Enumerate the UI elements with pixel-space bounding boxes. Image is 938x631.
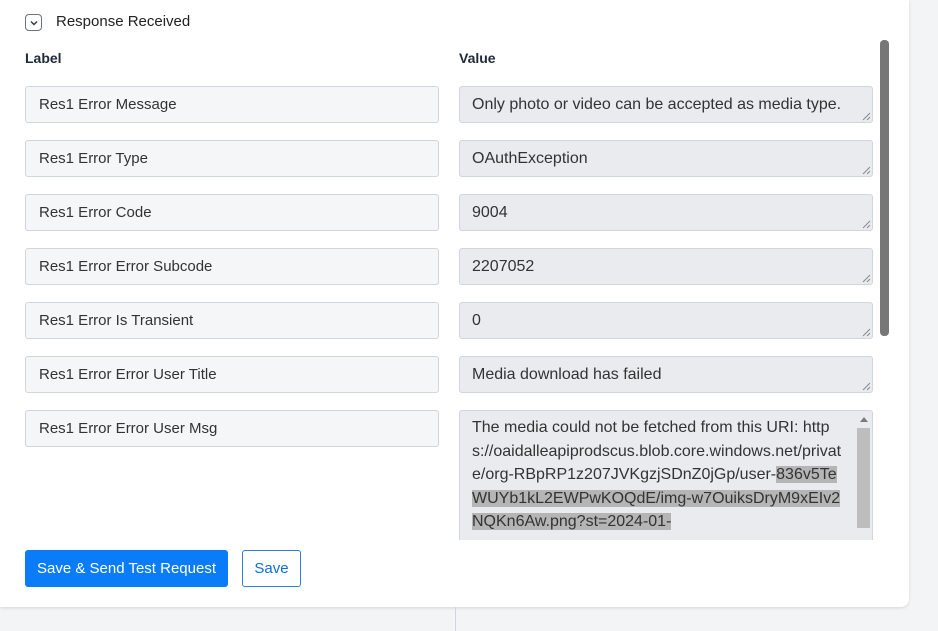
value-field[interactable]: 9004: [459, 194, 873, 231]
label-field[interactable]: Res1 Error Message: [25, 86, 439, 123]
label-field[interactable]: Res1 Error Error Subcode: [25, 248, 439, 285]
scroll-up-arrow-icon[interactable]: [860, 417, 868, 422]
label-field[interactable]: Res1 Error Code: [25, 194, 439, 231]
response-card: Response Received Label Value Res1 Error…: [0, 0, 909, 607]
value-field[interactable]: OAuthException: [459, 140, 873, 177]
value-text: Only photo or video can be accepted as m…: [472, 96, 842, 113]
field-row: Res1 Error Code 9004: [0, 194, 893, 231]
resize-grip-icon[interactable]: [861, 219, 871, 229]
fields-scroll-area[interactable]: Res1 Error Message Only photo or video c…: [0, 40, 893, 540]
label-field[interactable]: Res1 Error Is Transient: [25, 302, 439, 339]
resize-grip-icon[interactable]: [861, 165, 871, 175]
section-title: Response Received: [56, 13, 191, 30]
panel-scrollbar-thumb[interactable]: [880, 40, 889, 336]
label-field[interactable]: Res1 Error Error User Msg: [25, 410, 439, 447]
field-row: Res1 Error Error User Msg The media coul…: [0, 410, 893, 540]
value-field[interactable]: 0: [459, 302, 873, 339]
save-button[interactable]: Save: [242, 550, 301, 587]
collapse-toggle[interactable]: [25, 14, 42, 31]
resize-grip-icon[interactable]: [861, 111, 871, 121]
field-row: Res1 Error Message Only photo or video c…: [0, 86, 893, 123]
value-field[interactable]: Media download has failed: [459, 356, 873, 393]
resize-grip-icon[interactable]: [861, 327, 871, 337]
label-field[interactable]: Res1 Error Error User Title: [25, 356, 439, 393]
value-field[interactable]: Only photo or video can be accepted as m…: [459, 86, 873, 123]
value-text: 0: [472, 312, 481, 329]
value-field[interactable]: 2207052: [459, 248, 873, 285]
textarea-scrollbar[interactable]: [857, 412, 871, 537]
value-text: 2207052: [472, 258, 535, 275]
chevron-down-icon: [30, 20, 37, 25]
divider: [455, 607, 456, 631]
save-and-send-test-request-button[interactable]: Save & Send Test Request: [25, 550, 228, 587]
resize-grip-icon[interactable]: [861, 273, 871, 283]
field-row: Res1 Error Error Subcode 2207052: [0, 248, 893, 285]
textarea-scroll-thumb[interactable]: [857, 428, 870, 528]
field-row: Res1 Error Is Transient 0: [0, 302, 893, 339]
value-text: 9004: [472, 204, 508, 221]
resize-grip-icon[interactable]: [861, 381, 871, 391]
label-field[interactable]: Res1 Error Type: [25, 140, 439, 177]
value-text: Media download has failed: [472, 366, 662, 383]
value-text: OAuthException: [472, 150, 588, 167]
field-row: Res1 Error Type OAuthException: [0, 140, 893, 177]
value-textarea[interactable]: The media could not be fetched from this…: [459, 410, 873, 540]
field-row: Res1 Error Error User Title Media downlo…: [0, 356, 893, 393]
